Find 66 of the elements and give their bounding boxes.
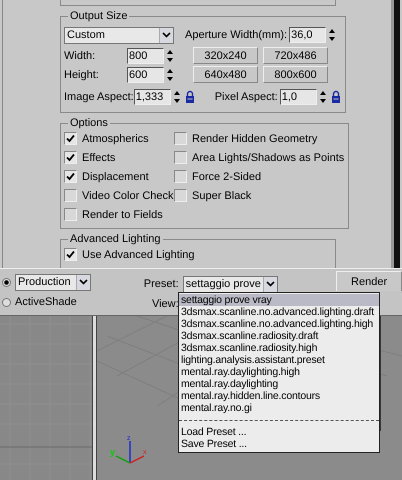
checkbox-label: Video Color Check [82,190,174,202]
preset-option[interactable]: mental.ray.daylighting.high [179,366,379,378]
group-title: Output Size [69,10,128,22]
input-field[interactable]: 36,0 [289,27,326,43]
input-field[interactable]: 1,0 [280,89,317,105]
preset-option[interactable]: settaggio prove vray [179,294,379,306]
preset-option[interactable]: mental.ray.daylighting [179,378,379,390]
preset-option[interactable]: mental.ray.no.gi [179,402,379,414]
field-label: Pixel Aspect: [214,91,278,103]
view-label: View: [150,298,179,310]
field-label: Width: [64,50,96,62]
field-label: Aperture Width(mm): [185,29,288,41]
mode-dropdown[interactable]: Production [15,274,91,290]
checkbox[interactable] [64,248,77,261]
input-field[interactable]: 800 [127,48,164,64]
preset-option[interactable]: 3dsmax.scanline.no.advanced.lighting.draft [179,306,379,318]
preset-action[interactable]: Save Preset ... [179,438,379,450]
size-preset-button[interactable]: 800x600 [263,66,328,83]
checkbox[interactable] [174,132,187,145]
field-label: Image Aspect: [64,91,134,103]
checkbox[interactable] [174,151,187,164]
preset-option[interactable]: 3dsmax.scanline.radiosity.draft [179,330,379,342]
checkbox-label: Atmospherics [82,132,149,144]
checkbox[interactable] [64,132,77,145]
checkbox-label: Area Lights/Shadows as Points [192,152,344,164]
preset-label: Preset: [142,278,179,290]
size-preset-button[interactable]: 720x486 [263,47,328,64]
checkbox[interactable] [64,151,77,164]
render-button[interactable]: Render [336,271,402,291]
radio-button[interactable] [2,298,11,306]
preset-dropdown[interactable]: settaggio prove [182,276,278,292]
scrollbar[interactable] [391,0,400,268]
preset-option[interactable]: mental.ray.hidden.line.contours [179,390,379,402]
size-dropdown[interactable]: Custom [64,26,174,44]
checkbox-label: Force 2-Sided [192,170,262,182]
preset-action[interactable]: Load Preset ... [179,426,379,438]
checkbox[interactable] [64,170,77,183]
group-title: Options [69,117,109,129]
group-title: Advanced Lighting [69,233,162,245]
caret-icon [79,279,88,285]
field-label: Height: [64,68,100,80]
input-field[interactable]: 1,333 [134,89,171,105]
spinner-icon[interactable] [166,48,174,64]
checkbox[interactable] [174,170,187,183]
checkbox-label: Super Black [192,190,252,202]
radio-label: ActiveShade [15,296,77,308]
preset-option[interactable]: lighting.analysis.assistant.preset [179,354,379,366]
size-preset-button[interactable]: 320x240 [193,47,258,64]
checkbox-label: Use Advanced Lighting [82,248,195,260]
checkbox[interactable] [64,208,77,221]
checkbox-label: Effects [82,152,116,164]
size-preset-button[interactable]: 640x480 [193,66,258,83]
radio-button[interactable] [2,278,11,286]
checkbox[interactable] [64,189,77,202]
caret-icon [162,32,171,38]
preset-option[interactable]: 3dsmax.scanline.radiosity.high [179,342,379,354]
input-field[interactable]: 600 [127,66,164,82]
checkbox-label: Displacement [82,170,149,182]
spinner-icon[interactable] [166,66,174,82]
checkbox-label: Render Hidden Geometry [192,132,318,144]
caret-icon [266,281,275,287]
checkbox-label: Render to Fields [82,208,163,220]
preset-option[interactable]: 3dsmax.scanline.no.advanced.lighting.high [179,318,379,330]
checkbox[interactable] [174,189,187,202]
lock-icon[interactable] [330,90,341,104]
lock-icon[interactable] [184,90,195,104]
